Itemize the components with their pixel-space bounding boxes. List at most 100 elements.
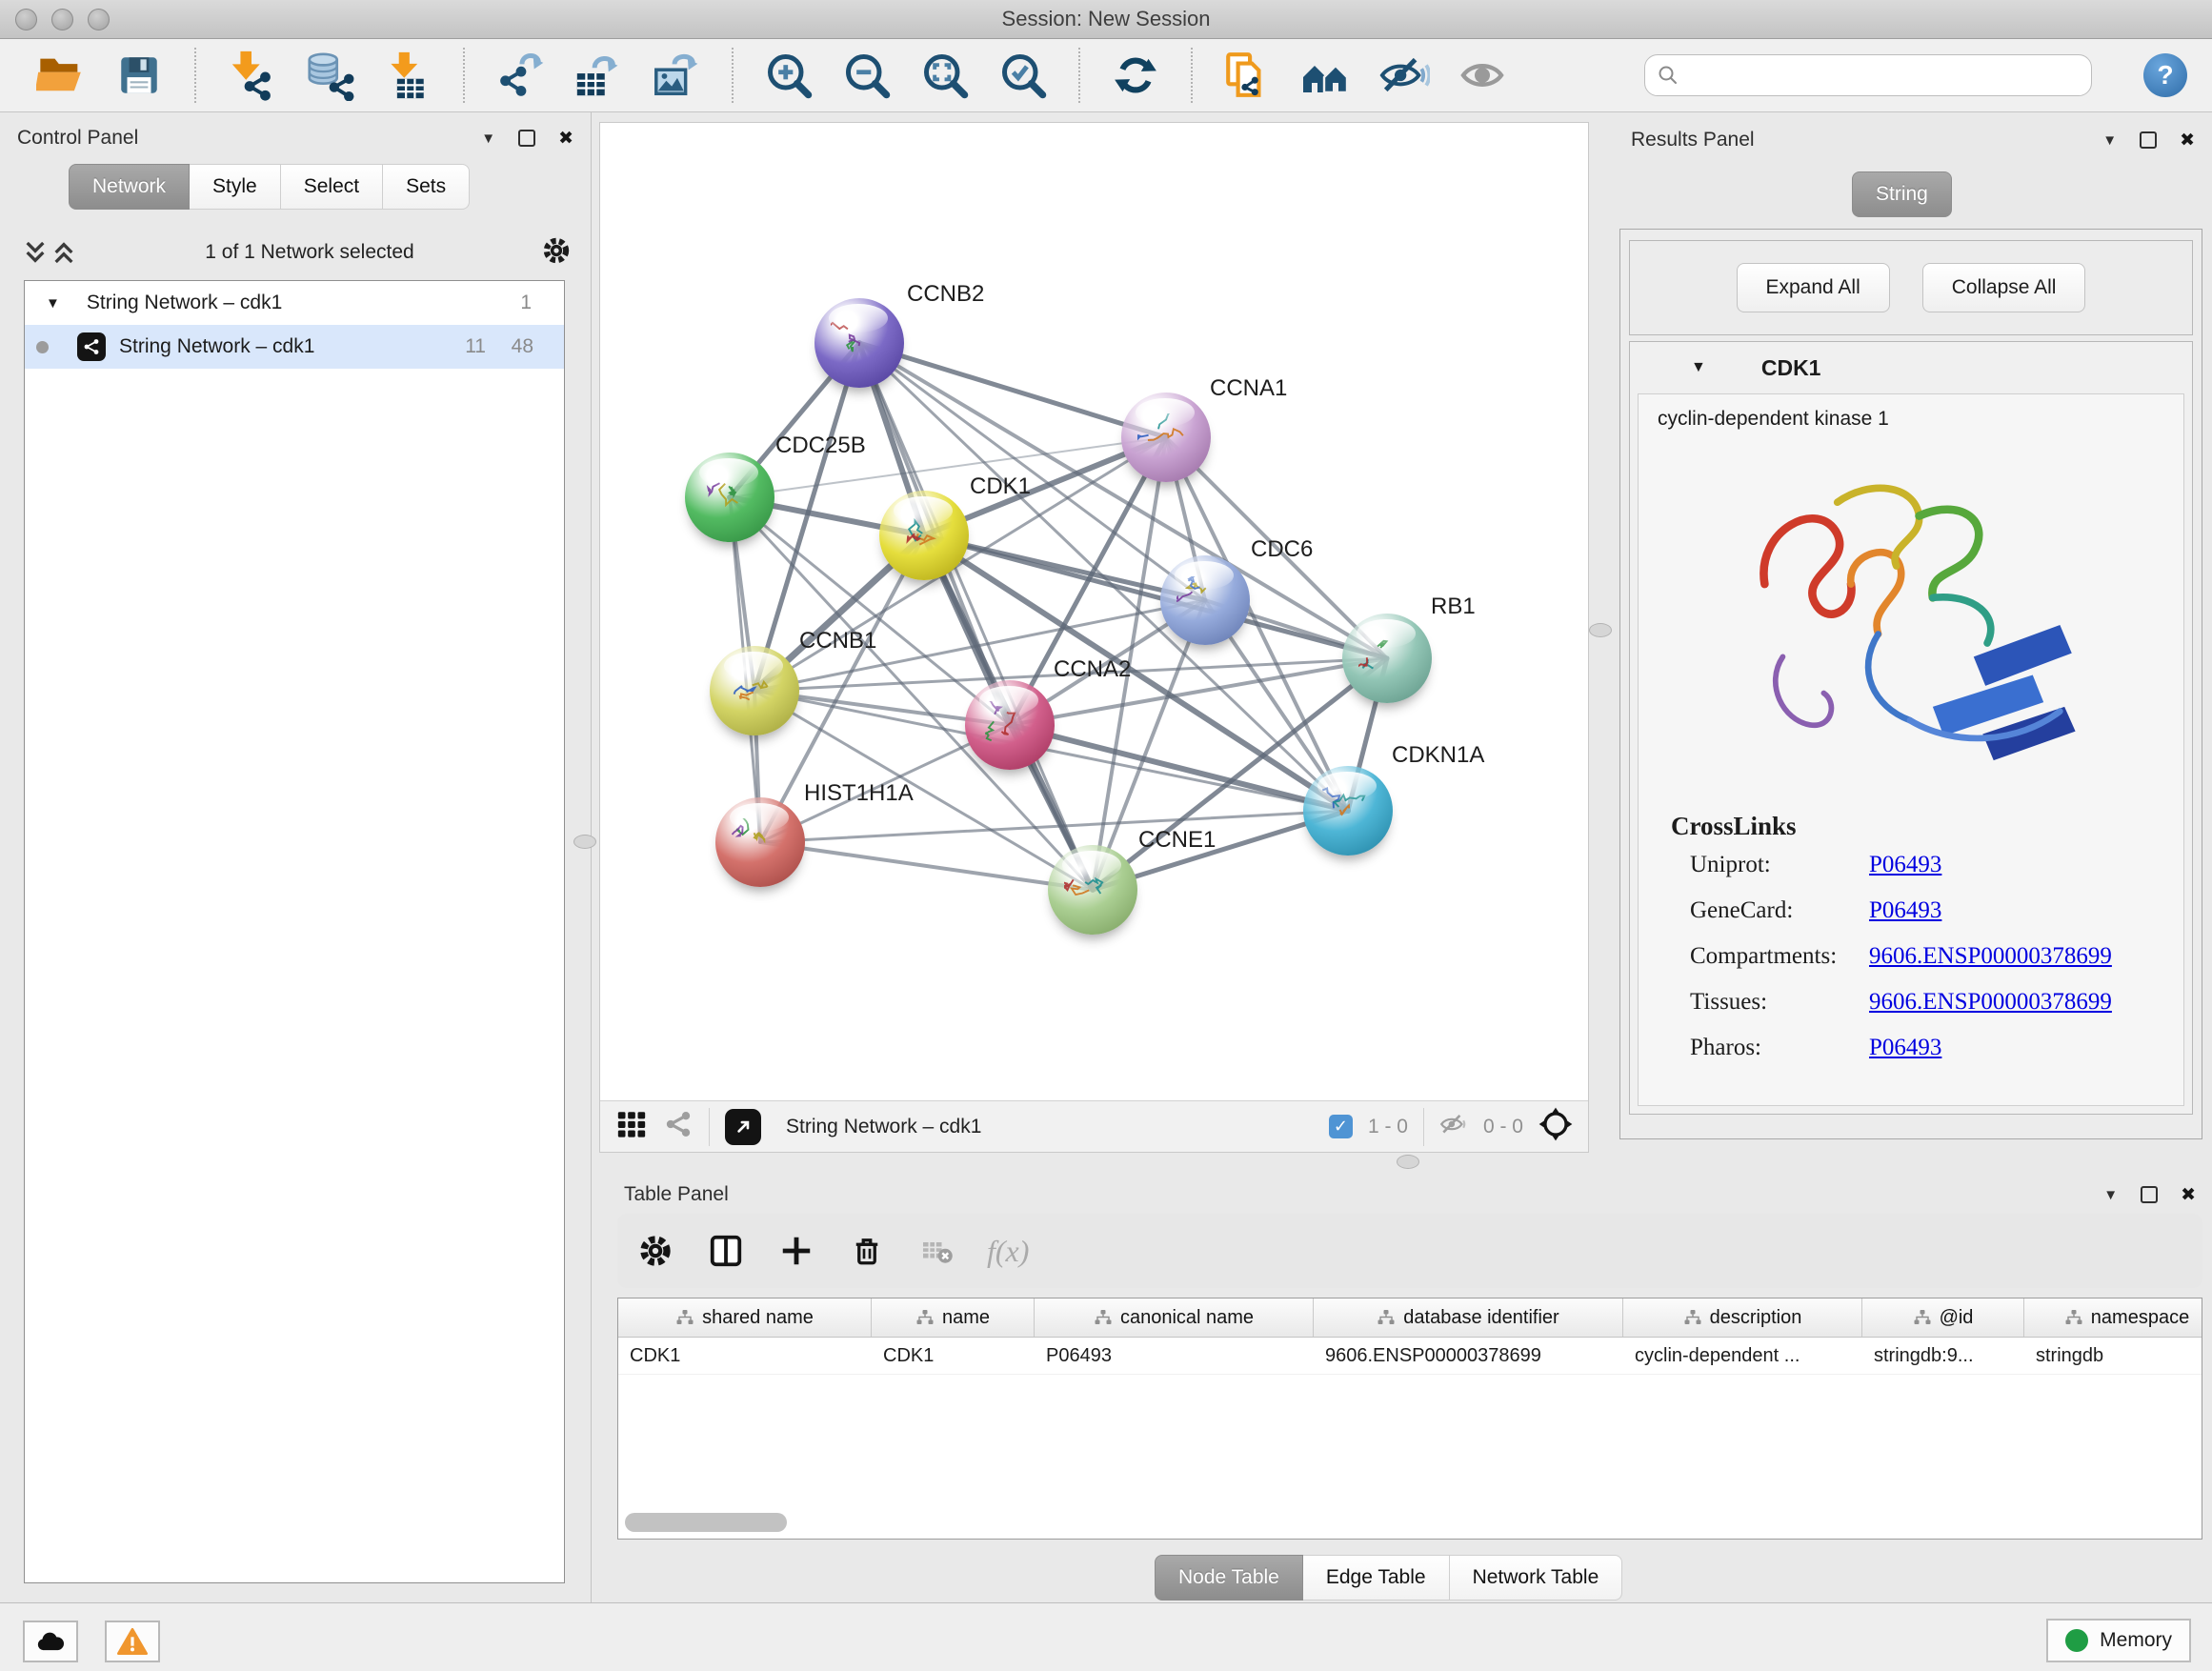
network-node-RB1[interactable] — [1342, 614, 1432, 703]
tab-sets[interactable]: Sets — [383, 164, 470, 210]
collapse-all-button[interactable]: Collapse All — [1922, 263, 2086, 312]
scrollbar-thumb[interactable] — [625, 1513, 787, 1532]
hide-selected-button[interactable] — [1377, 48, 1431, 103]
grid-view-icon[interactable] — [615, 1108, 648, 1145]
collapse-all-networks-icon[interactable] — [21, 238, 50, 267]
warnings-button[interactable] — [105, 1621, 160, 1662]
tab-network-table[interactable]: Network Table — [1450, 1555, 1623, 1601]
column-header-canonical-name[interactable]: canonical name — [1035, 1299, 1314, 1337]
network-row[interactable]: String Network – cdk1 11 48 — [25, 325, 564, 369]
panel-menu-icon[interactable]: ▼ — [2103, 1188, 2118, 1202]
network-collection-row[interactable]: ▼ String Network – cdk1 1 — [25, 281, 564, 325]
tab-node-table[interactable]: Node Table — [1155, 1555, 1303, 1601]
horizontal-splitter-handle[interactable] — [1397, 1155, 1419, 1169]
new-network-from-selection-button[interactable] — [1221, 48, 1275, 103]
crosslink-link[interactable]: 9606.ENSP00000378699 — [1869, 989, 2112, 1015]
export-table-button[interactable] — [572, 48, 625, 103]
network-node-CDC6[interactable] — [1160, 555, 1250, 645]
crosslink-link[interactable]: P06493 — [1869, 1035, 1941, 1060]
crosslink-link[interactable]: P06493 — [1869, 897, 1941, 923]
birdseye-navigator-icon[interactable] — [1538, 1107, 1573, 1146]
network-edge-CCNB2-CCNE1[interactable] — [859, 343, 1093, 890]
tab-select[interactable]: Select — [281, 164, 383, 210]
float-panel-icon[interactable] — [518, 130, 535, 147]
show-all-button[interactable] — [1456, 48, 1509, 103]
detach-view-button[interactable] — [725, 1109, 761, 1145]
delete-column-trash-icon[interactable] — [846, 1230, 888, 1272]
add-column-icon[interactable] — [775, 1230, 817, 1272]
network-canvas[interactable]: CCNB2CCNA1CDC25BCDK1CDC6RB1CCNB1CCNA2CDK… — [600, 123, 1588, 1100]
table-cell[interactable]: CDK1 — [872, 1338, 1035, 1374]
selected-nodes-checkbox[interactable]: ✓ — [1329, 1115, 1353, 1138]
table-row[interactable]: CDK1CDK1P064939606.ENSP00000378699cyclin… — [618, 1338, 2202, 1375]
zoom-in-button[interactable] — [762, 48, 815, 103]
expand-all-button[interactable]: Expand All — [1737, 263, 1890, 312]
float-panel-icon[interactable] — [2141, 1186, 2158, 1203]
zoom-selected-button[interactable] — [996, 48, 1050, 103]
cloud-status-button[interactable] — [23, 1621, 78, 1662]
help-button[interactable]: ? — [2143, 53, 2187, 97]
zoom-fit-button[interactable] — [918, 48, 972, 103]
expand-all-networks-icon[interactable] — [50, 238, 78, 267]
import-table-from-file-button[interactable] — [381, 48, 434, 103]
close-panel-icon[interactable]: ✖ — [2180, 131, 2195, 150]
close-panel-icon[interactable]: ✖ — [2181, 1186, 2196, 1204]
network-edge-CCNB2-CCNA1[interactable] — [859, 343, 1166, 437]
table-cell[interactable]: cyclin-dependent ... — [1623, 1338, 1862, 1374]
table-cell[interactable]: 9606.ENSP00000378699 — [1314, 1338, 1623, 1374]
zoom-out-button[interactable] — [840, 48, 894, 103]
tab-network[interactable]: Network — [69, 164, 190, 210]
table-settings-gear-icon[interactable] — [634, 1230, 676, 1272]
network-node-CDC25B[interactable] — [685, 453, 774, 542]
network-node-CDKN1A[interactable] — [1303, 766, 1393, 856]
show-columns-icon[interactable] — [705, 1230, 747, 1272]
network-edge-CDK1-RB1[interactable] — [924, 535, 1387, 658]
table-cell[interactable]: stringdb — [2024, 1338, 2202, 1374]
close-panel-icon[interactable]: ✖ — [558, 130, 573, 148]
save-session-button[interactable] — [112, 48, 166, 103]
first-neighbors-button[interactable] — [1299, 48, 1353, 103]
right-splitter-handle[interactable] — [1589, 623, 1612, 637]
network-node-HIST1H1A[interactable] — [715, 797, 805, 887]
table-cell[interactable]: stringdb:9... — [1862, 1338, 2024, 1374]
network-node-CCNE1[interactable] — [1048, 845, 1137, 935]
section-collapse-icon[interactable]: ▼ — [1691, 359, 1706, 376]
table-cell[interactable]: CDK1 — [618, 1338, 872, 1374]
column-header-id[interactable]: @id — [1862, 1299, 2024, 1337]
tab-style[interactable]: Style — [190, 164, 281, 210]
open-session-button[interactable] — [34, 48, 88, 103]
crosslink-link[interactable]: P06493 — [1869, 852, 1941, 877]
function-builder-button[interactable]: f(x) — [987, 1234, 1029, 1269]
network-node-CCNB1[interactable] — [710, 646, 799, 735]
network-edge-HIST1H1A-CCNE1[interactable] — [760, 842, 1093, 890]
tab-string[interactable]: String — [1852, 171, 1952, 217]
column-header-shared-name[interactable]: shared name — [618, 1299, 872, 1337]
tab-edge-table[interactable]: Edge Table — [1303, 1555, 1450, 1601]
left-splitter-handle[interactable] — [573, 835, 596, 849]
memory-button[interactable]: Memory — [2046, 1619, 2191, 1662]
column-header-description[interactable]: description — [1623, 1299, 1862, 1337]
panel-menu-icon[interactable]: ▼ — [2102, 133, 2117, 148]
collection-expand-icon[interactable]: ▼ — [46, 295, 60, 312]
network-node-CCNA2[interactable] — [965, 680, 1055, 770]
column-header-namespace[interactable]: namespace — [2024, 1299, 2202, 1337]
network-node-CCNB2[interactable] — [814, 298, 904, 388]
network-node-CCNA1[interactable] — [1121, 393, 1211, 482]
network-options-gear-icon[interactable] — [541, 235, 572, 271]
export-network-button[interactable] — [493, 48, 547, 103]
table-horizontal-scrollbar[interactable] — [625, 1513, 2195, 1534]
search-input[interactable] — [1687, 64, 2080, 88]
refresh-view-button[interactable] — [1109, 48, 1162, 103]
column-header-database-identifier[interactable]: database identifier — [1314, 1299, 1623, 1337]
panel-menu-icon[interactable]: ▼ — [481, 131, 495, 146]
table-cell[interactable]: P06493 — [1035, 1338, 1314, 1374]
network-node-CDK1[interactable] — [879, 491, 969, 580]
crosslink-link[interactable]: 9606.ENSP00000378699 — [1869, 943, 2112, 969]
column-header-name[interactable]: name — [872, 1299, 1035, 1337]
import-network-from-database-button[interactable] — [303, 48, 356, 103]
share-view-icon[interactable] — [663, 1109, 694, 1144]
section-header[interactable]: ▼ CDK1 — [1630, 342, 2192, 393]
export-image-button[interactable] — [650, 48, 703, 103]
import-network-from-file-button[interactable] — [225, 48, 278, 103]
float-panel-icon[interactable] — [2140, 131, 2157, 149]
